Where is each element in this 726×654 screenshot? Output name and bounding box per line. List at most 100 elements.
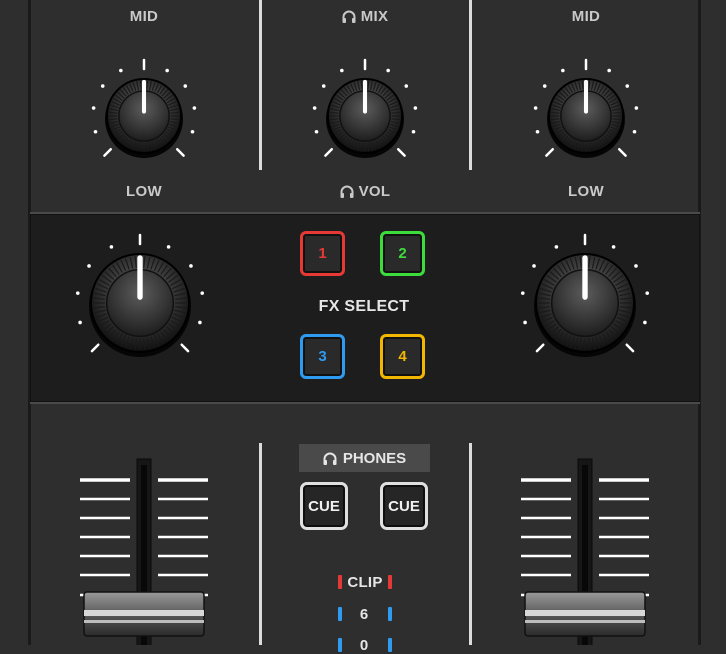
- knob-tick: [396, 147, 406, 157]
- knob-tick: [535, 343, 545, 353]
- knob-dot: [634, 264, 638, 268]
- right-low-knob[interactable]: [526, 54, 646, 179]
- fx-button-1-label: 1: [318, 245, 327, 262]
- knob-tick: [90, 343, 100, 353]
- left-fx-knob[interactable]: [65, 225, 215, 380]
- knob-dot: [119, 68, 123, 73]
- meter-clip-led-right: [388, 575, 392, 589]
- left-low-label: LOW: [126, 183, 162, 200]
- knob-dot: [611, 245, 616, 249]
- knob-dot: [561, 68, 565, 73]
- fx-select-button-1[interactable]: 1: [300, 231, 345, 276]
- knob-dot: [643, 320, 647, 325]
- meter-clip-led-left: [338, 575, 342, 589]
- knob-tick: [180, 343, 190, 353]
- knob-dot: [340, 68, 344, 73]
- right-channel-fader[interactable]: [519, 455, 654, 645]
- center-vol-label: VOL: [320, 183, 410, 200]
- headphones-icon: [323, 452, 337, 465]
- headphones-icon: [340, 185, 354, 198]
- knob-dot: [607, 68, 611, 73]
- knob-dot: [554, 245, 559, 249]
- phones-label: PHONES: [342, 449, 407, 467]
- knob-tick: [103, 147, 113, 157]
- knob-dot: [190, 129, 195, 134]
- right-fx-knob[interactable]: [510, 225, 660, 380]
- knob-dot: [625, 84, 630, 88]
- knob-dot: [165, 68, 169, 73]
- knob-dot: [314, 129, 319, 134]
- knob-tick: [175, 147, 185, 157]
- knob-dot: [93, 129, 98, 134]
- knob-dot: [520, 291, 525, 295]
- knob-dot: [189, 264, 193, 268]
- knob-dot: [634, 106, 639, 110]
- meter-led-next-left: [338, 638, 342, 652]
- knob-dot: [78, 320, 82, 325]
- headphones-icon: [342, 10, 356, 23]
- knob-tick: [625, 343, 635, 353]
- knob-dot: [200, 291, 205, 295]
- meter-clip-label: CLIP: [347, 574, 383, 591]
- mix-label-text: MIX: [360, 8, 389, 25]
- right-low-label: LOW: [568, 183, 604, 200]
- left-cue-button[interactable]: CUE: [300, 482, 348, 530]
- fx-select-button-2[interactable]: 2: [380, 231, 425, 276]
- right-cue-button[interactable]: CUE: [380, 482, 428, 530]
- fx-select-label: FX SELECT: [318, 298, 410, 315]
- knob-dot: [523, 320, 527, 325]
- divider-left-bottom: [259, 443, 262, 645]
- knob-dot: [192, 106, 197, 110]
- knob-dot: [312, 106, 317, 110]
- vol-label-text: VOL: [358, 183, 391, 200]
- left-cue-label: CUE: [308, 497, 340, 515]
- knob-dot: [645, 291, 650, 295]
- fader-cap-line: [84, 610, 204, 616]
- knob-dot: [386, 68, 390, 73]
- knob-dot: [411, 129, 416, 134]
- divider-left-top: [259, 0, 262, 170]
- meter-level-next-label: 0: [359, 637, 369, 654]
- knob-tick: [545, 147, 555, 157]
- meter-led-next-right: [388, 638, 392, 652]
- fx-button-2-label: 2: [398, 245, 407, 262]
- fx-select-button-3[interactable]: 3: [300, 334, 345, 379]
- knob-dot: [321, 84, 326, 88]
- headphone-mix-knob[interactable]: [305, 54, 425, 179]
- knob-dot: [413, 106, 418, 110]
- meter-led-6-left: [338, 607, 342, 621]
- fader-cap-line: [525, 620, 645, 623]
- divider-right-bottom: [469, 443, 472, 645]
- knob-dot: [632, 129, 637, 134]
- fader-cap-line: [525, 610, 645, 616]
- fx-button-4-label: 4: [398, 348, 407, 365]
- knob-dot: [75, 291, 80, 295]
- knob-dot: [198, 320, 202, 325]
- knob-dot: [100, 84, 105, 88]
- left-mid-label: MID: [129, 8, 159, 25]
- knob-dot: [532, 264, 536, 268]
- knob-tick: [617, 147, 627, 157]
- knob-dot: [183, 84, 188, 88]
- center-mix-label: MIX: [320, 8, 410, 25]
- meter-led-6-right: [388, 607, 392, 621]
- phones-header: PHONES: [299, 444, 430, 472]
- knob-dot: [166, 245, 171, 249]
- left-low-knob[interactable]: [84, 54, 204, 179]
- fader-cap-line: [84, 620, 204, 623]
- knob-dot: [109, 245, 114, 249]
- knob-dot: [535, 129, 540, 134]
- dj-mixer-panel: MID MIX MID LOW VOL LOW 1 2 FX SELECT 3 …: [0, 0, 726, 654]
- knob-dot: [533, 106, 538, 110]
- knob-tick: [324, 147, 334, 157]
- knob-dot: [404, 84, 409, 88]
- knob-dot: [542, 84, 547, 88]
- meter-level-6-label: 6: [359, 606, 369, 623]
- right-cue-label: CUE: [388, 497, 420, 515]
- right-mid-label: MID: [571, 8, 601, 25]
- fx-button-3-label: 3: [318, 348, 327, 365]
- fx-select-button-4[interactable]: 4: [380, 334, 425, 379]
- left-channel-fader[interactable]: [78, 455, 213, 645]
- knob-dot: [91, 106, 96, 110]
- divider-right-top: [469, 0, 472, 170]
